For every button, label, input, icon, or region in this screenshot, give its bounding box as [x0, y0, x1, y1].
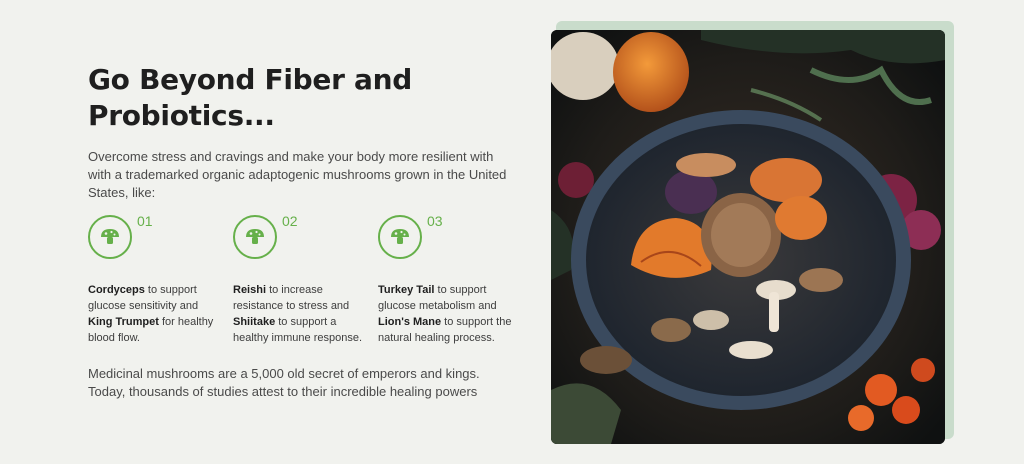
mushroom-name: Reishi	[233, 284, 267, 296]
feature-badge: 02	[233, 213, 298, 265]
feature-number: 01	[137, 213, 153, 229]
mushroom-icon	[88, 215, 132, 259]
headline-line-2: Probiotics...	[88, 99, 275, 132]
feature-list: 01 Cordyceps to support glucose sensitiv…	[88, 213, 528, 346]
feature-item-cordyceps: 01 Cordyceps to support glucose sensitiv…	[88, 213, 223, 346]
feature-badge: 01	[88, 213, 153, 265]
feature-item-turkey-tail: 03 Turkey Tail to support glucose metabo…	[378, 213, 513, 346]
intro-paragraph: Overcome stress and cravings and make yo…	[88, 149, 507, 200]
mushroom-name: Turkey Tail	[378, 284, 435, 296]
feature-description: Cordyceps to support glucose sensitivity…	[88, 282, 223, 346]
mushroom-name: Lion's Mane	[378, 316, 442, 328]
mushroom-name: Shiitake	[233, 316, 276, 328]
closing-paragraph: Medicinal mushrooms are a 5,000 old secr…	[88, 366, 480, 399]
headline-line-1: Go Beyond Fiber and	[88, 63, 412, 96]
feature-badge: 03	[378, 213, 443, 265]
mushroom-icon	[233, 215, 277, 259]
photo-illustration	[551, 30, 945, 444]
feature-description: Reishi to increase resistance to stress …	[233, 282, 368, 346]
feature-number: 02	[282, 213, 298, 229]
section-headline: Go Beyond Fiber and Probiotics...	[88, 62, 518, 134]
feature-item-reishi: 02 Reishi to increase resistance to stre…	[233, 213, 368, 346]
feature-description: Turkey Tail to support glucose metabolis…	[378, 282, 513, 346]
copy-column: Go Beyond Fiber and Probiotics... Overco…	[88, 62, 518, 202]
mushroom-icon	[378, 215, 422, 259]
mushroom-name: King Trumpet	[88, 316, 159, 328]
feature-number: 03	[427, 213, 443, 229]
mushroom-name: Cordyceps	[88, 284, 145, 296]
mushroom-bowl-photo	[551, 30, 945, 444]
